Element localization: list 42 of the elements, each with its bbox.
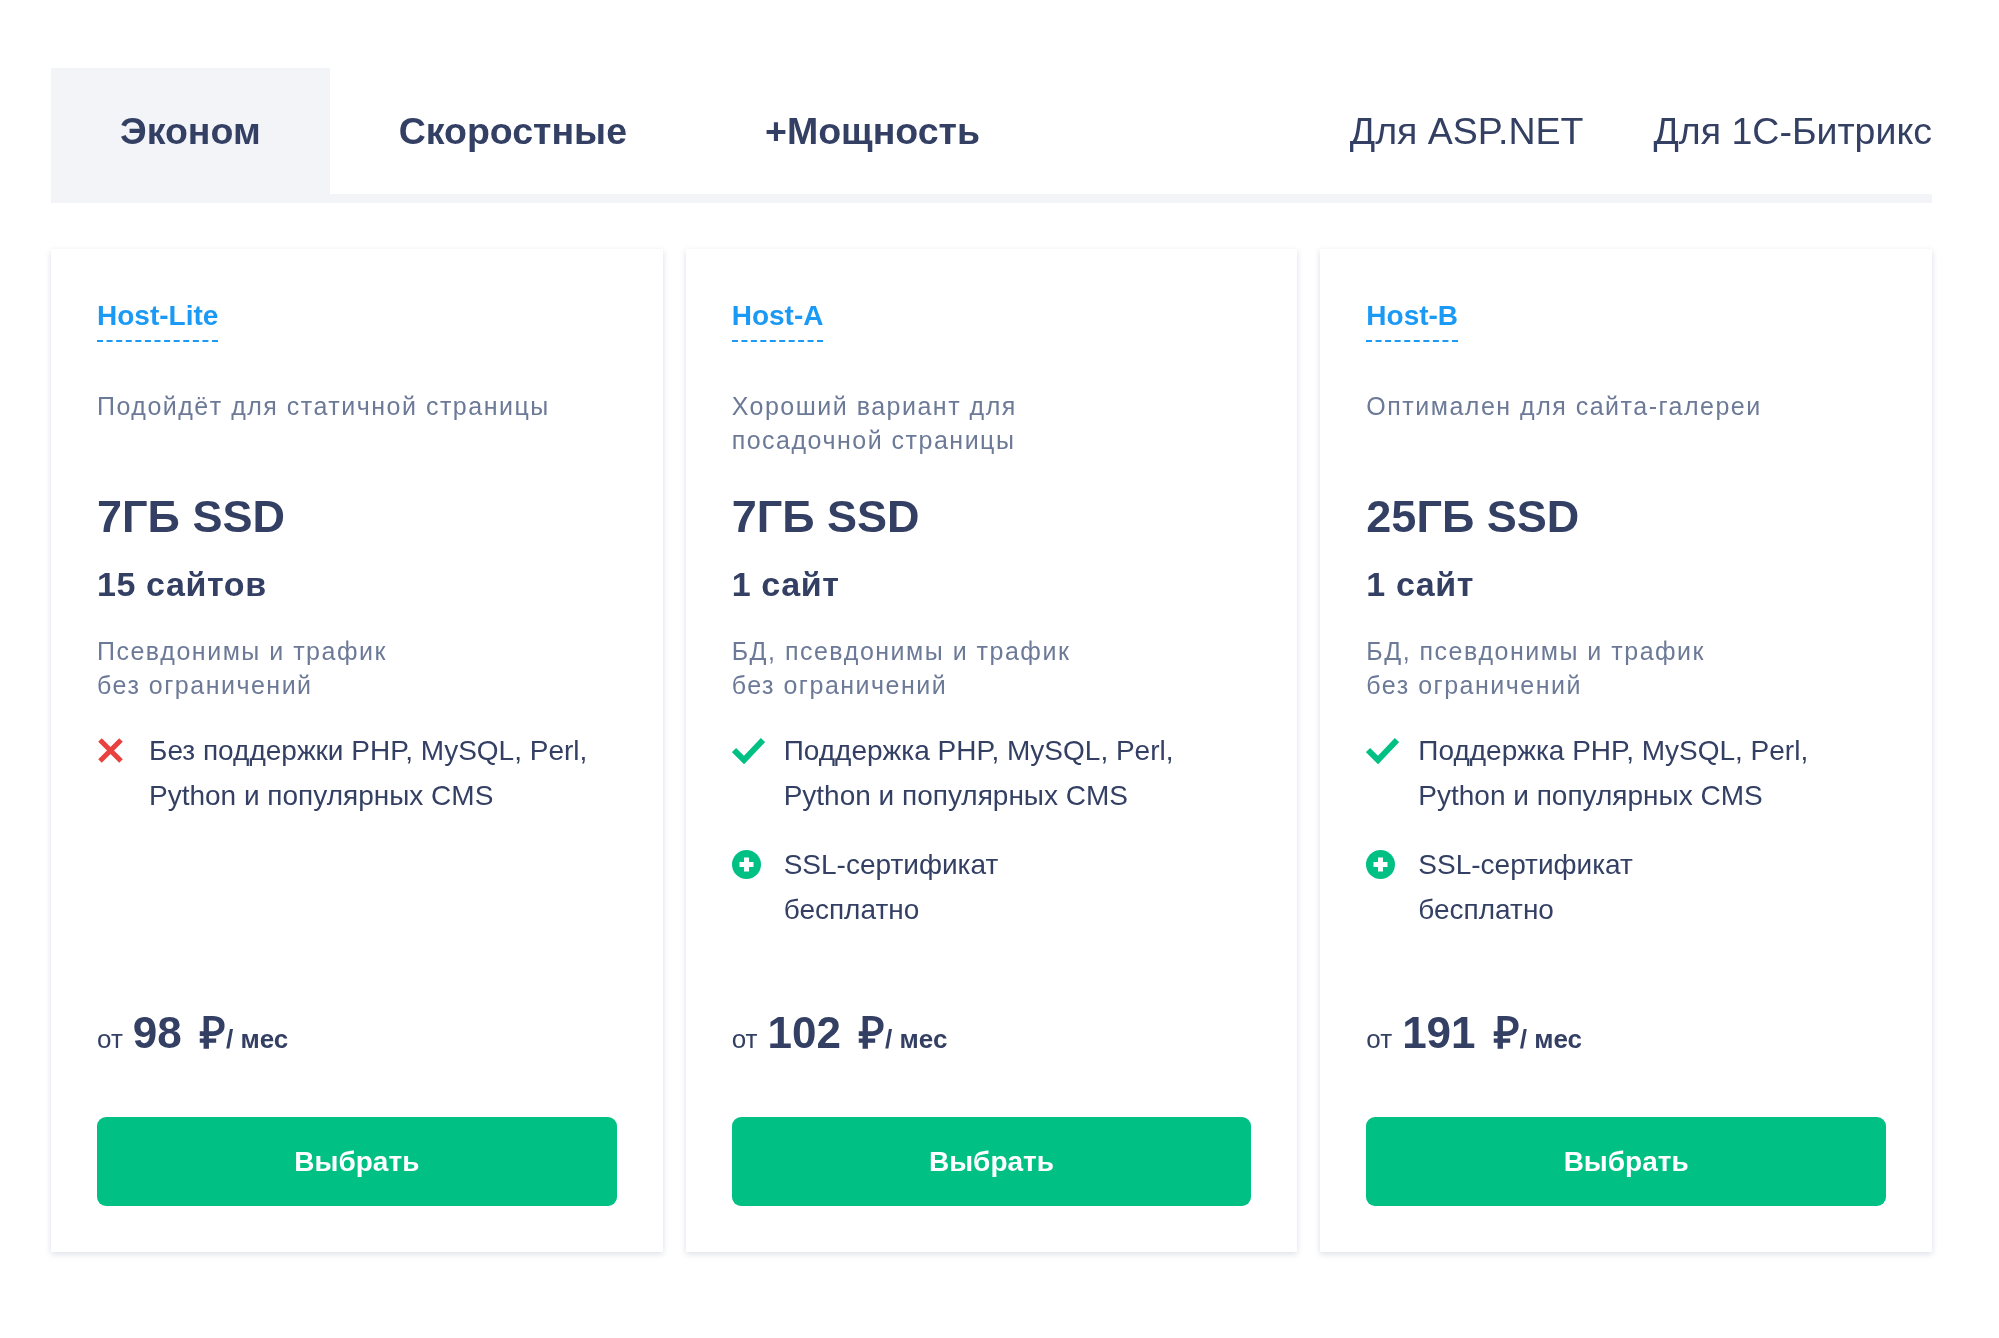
- limits-text: Псевдонимы и трафик без ограничений: [97, 636, 388, 701]
- limits-text: БД, псевдонимы и трафик без ограничений: [731, 636, 1072, 701]
- plan-description: Оптимален для сайта-галереи: [1366, 391, 1763, 422]
- select-button[interactable]: Выбрать: [731, 1117, 1252, 1206]
- plan-description: Подойдёт для статичной страницы: [97, 391, 551, 422]
- feature-text: SSL-сертификат бесплатно: [783, 848, 999, 927]
- site-count: 1 сайт: [1366, 564, 1476, 605]
- plan-description: Хороший вариант для посадочной страницы: [731, 391, 1018, 456]
- price-amount: 102 ₽: [767, 1007, 886, 1059]
- tab[interactable]: Эконом: [51, 68, 330, 194]
- plan-name-link[interactable]: Host-Lite: [97, 299, 219, 342]
- tab[interactable]: +Мощность: [696, 68, 1050, 194]
- disk-size: 7ГБ SSD: [97, 490, 286, 544]
- price-prefix: от: [1366, 1023, 1393, 1056]
- tab[interactable]: Для 1С-Битрикс: [1583, 68, 1932, 194]
- price-period: / мес: [225, 1024, 289, 1056]
- price-period: / мес: [885, 1024, 948, 1056]
- feature-text: Поддержка PHP, MySQL, Perl, Python и популярных CMS: [1418, 734, 1809, 813]
- price-amount: 191 ₽: [1402, 1007, 1520, 1059]
- plan-name-link[interactable]: Host-B: [1366, 299, 1459, 342]
- disk-size: 25ГБ SSD: [1366, 490, 1581, 544]
- feature-text: Поддержка PHP, MySQL, Perl, Python и популярных CMS: [783, 734, 1174, 813]
- feature-text: SSL-сертификат бесплатно: [1418, 848, 1633, 927]
- check-icon: [731, 737, 765, 764]
- price-prefix: от: [97, 1023, 123, 1056]
- limits-text: БД, псевдонимы и трафик без ограничений: [1366, 636, 1706, 701]
- feature-text: Без поддержки PHP, MySQL, Perl, Python и популярных CMS: [149, 734, 588, 813]
- site-count: 1 сайт: [731, 564, 841, 605]
- price-prefix: от: [731, 1023, 758, 1056]
- plan-name-link[interactable]: Host-A: [731, 299, 824, 342]
- tab[interactable]: Для ASP.NET: [1279, 68, 1584, 194]
- tab[interactable]: Скоростные: [329, 68, 696, 194]
- plus-circle-icon: [1366, 850, 1396, 879]
- select-button[interactable]: Выбрать: [97, 1117, 617, 1206]
- price-period: / мес: [1519, 1024, 1583, 1056]
- disk-size: 7ГБ SSD: [731, 490, 921, 544]
- site-count: 15 сайтов: [97, 564, 268, 605]
- select-button[interactable]: Выбрать: [1366, 1117, 1886, 1206]
- plus-circle-icon: [731, 850, 761, 879]
- price-amount: 98 ₽: [132, 1007, 226, 1059]
- check-icon: [1366, 737, 1400, 764]
- cross-icon: [97, 737, 124, 764]
